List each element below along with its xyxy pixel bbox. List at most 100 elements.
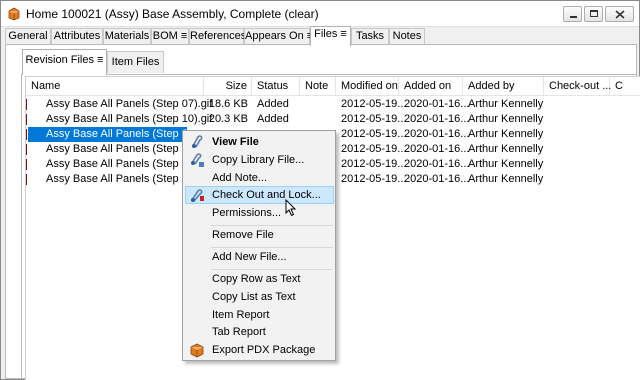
menu-item-label: Copy Library File...: [212, 154, 305, 166]
cell-added-by: Arthur Kennelly: [468, 173, 544, 185]
check-out-lock-icon: [191, 189, 204, 202]
file-name-text: Assy Base All Panels (Step 07).gif: [46, 98, 213, 110]
cell-note: [305, 112, 341, 127]
cell-note: [305, 97, 341, 112]
column-header-c[interactable]: C: [610, 77, 640, 96]
gif-file-icon: [26, 114, 27, 125]
column-header-modified-on[interactable]: Modified on: [336, 77, 399, 96]
cell-added-by: Arthur Kennelly: [468, 98, 544, 110]
menu-item-label: Add New File...: [212, 251, 287, 263]
tab-notes[interactable]: Notes: [389, 28, 425, 45]
menu-item-add-new-file[interactable]: Add New File...: [185, 248, 334, 266]
minimize-icon: [570, 16, 577, 18]
subtab-item-files[interactable]: Item Files: [107, 51, 164, 73]
menu-item-item-report[interactable]: Item Report: [185, 306, 334, 324]
file-name-text: Assy Base All Panels (Step 10).gif: [46, 113, 213, 125]
file-name-cell[interactable]: Assy Base All Panels (Step 10).gif: [26, 112, 212, 127]
column-header-status[interactable]: Status: [252, 77, 300, 96]
table-row[interactable]: Assy Base All Panels (Step 10).gif 20.3 K…: [26, 112, 640, 127]
copy-library-icon: [191, 153, 204, 167]
file-name-cell[interactable]: Assy Base All Panels (Step 11).gif: [26, 142, 212, 157]
gif-file-icon: [26, 174, 27, 185]
menu-item-label: Remove File: [212, 229, 274, 241]
menu-item-view-file[interactable]: View File: [185, 133, 334, 151]
cell-modified: 2012-05-19...: [341, 98, 407, 110]
menu-item-export-pdx-package[interactable]: Export PDX Package: [185, 341, 334, 359]
column-header-name[interactable]: Name: [26, 77, 204, 96]
menu-item-check-out-and-lock[interactable]: Check Out and Lock...: [185, 186, 334, 204]
file-name-cell[interactable]: Assy Base All Panels (Step 08).gif: [26, 127, 212, 142]
mouse-cursor-icon: [285, 199, 297, 217]
column-header-check-out[interactable]: Check-out ...: [544, 77, 611, 96]
cell-added-by: Arthur Kennelly: [468, 158, 544, 170]
tab-attributes[interactable]: Attributes: [51, 28, 103, 45]
tab-materials[interactable]: Materials: [103, 28, 151, 45]
cell-status: Added: [257, 98, 289, 110]
cell-added: 2020-01-16...: [404, 143, 470, 155]
maximize-button[interactable]: [584, 6, 603, 22]
column-header-added-by[interactable]: Added by: [463, 77, 544, 96]
package-icon: [190, 343, 204, 358]
menu-item-copy-list-as-text[interactable]: Copy List as Text: [185, 288, 334, 306]
gif-file-icon: [26, 144, 27, 155]
menu-item-permissions[interactable]: Permissions...: [185, 204, 334, 222]
title-bar[interactable]: Home 100021 (Assy) Base Assembly, Comple…: [1, 1, 639, 27]
cell-added-by: Arthur Kennelly: [468, 128, 544, 140]
cell-added: 2020-01-16...: [404, 98, 470, 110]
column-header-added-on[interactable]: Added on: [399, 77, 463, 96]
gif-file-icon: [26, 159, 27, 170]
column-header-size[interactable]: Size: [204, 77, 252, 96]
app-window: Home 100021 (Assy) Base Assembly, Comple…: [0, 0, 640, 380]
cell-added: 2020-01-16...: [404, 113, 470, 125]
menu-item-label: Add Note...: [212, 172, 268, 184]
menu-item-copy-row-as-text[interactable]: Copy Row as Text: [185, 270, 334, 288]
maximize-icon: [590, 10, 598, 17]
cell-added: 2020-01-16...: [404, 173, 470, 185]
cell-added-by: Arthur Kennelly: [468, 143, 544, 155]
cell-added-by: Arthur Kennelly: [468, 113, 544, 125]
context-menu: View File Copy Library File... Add Note.…: [182, 130, 336, 361]
menu-item-label: Copy Row as Text: [212, 273, 301, 285]
minimize-button[interactable]: [563, 6, 582, 22]
file-name-cell[interactable]: Assy Base All Panels (Step 12).gif: [26, 172, 212, 187]
tab-references[interactable]: References: [189, 28, 246, 45]
tab-appears-on[interactable]: Appears On ≡: [244, 28, 313, 45]
file-name-cell[interactable]: Assy Base All Panels (Step 07).gif: [26, 97, 212, 112]
cell-modified: 2012-05-19...: [341, 143, 407, 155]
cell-added: 2020-01-16...: [404, 128, 470, 140]
gif-file-icon: [26, 99, 27, 110]
main-tab-bar: General Attributes Materials BOM ≡ Refer…: [1, 26, 639, 46]
table-row[interactable]: Assy Base All Panels (Step 07).gif 18.6 K…: [26, 97, 640, 112]
tab-tasks[interactable]: Tasks: [351, 28, 389, 45]
column-header-note[interactable]: Note: [300, 77, 336, 96]
menu-item-copy-library-file[interactable]: Copy Library File...: [185, 151, 334, 169]
cell-size: 20.3 KB: [208, 113, 248, 125]
tab-general[interactable]: General: [5, 28, 51, 45]
menu-item-label: Tab Report: [212, 326, 266, 338]
cell-status: Added: [257, 113, 289, 125]
file-name-cell[interactable]: Assy Base All Panels (Step 09).gif: [26, 157, 212, 172]
menu-item-remove-file[interactable]: Remove File: [185, 226, 334, 244]
tab-files[interactable]: Files ≡: [310, 26, 351, 46]
window-title: Home 100021 (Assy) Base Assembly, Comple…: [26, 7, 319, 21]
tab-bom[interactable]: BOM ≡: [151, 28, 189, 45]
menu-item-label: Permissions...: [212, 207, 282, 219]
menu-item-label: Item Report: [212, 309, 270, 321]
menu-item-add-note[interactable]: Add Note...: [185, 169, 334, 187]
menu-item-label: Check Out and Lock...: [212, 189, 321, 201]
cell-modified: 2012-05-19...: [341, 173, 407, 185]
cell-added: 2020-01-16...: [404, 158, 470, 170]
cell-size: 18.6 KB: [208, 98, 248, 110]
subtab-revision-files[interactable]: Revision Files ≡: [22, 49, 107, 75]
close-button[interactable]: [605, 6, 634, 22]
cell-modified: 2012-05-19...: [341, 128, 407, 140]
menu-item-label: Copy List as Text: [212, 291, 296, 303]
app-icon: [8, 7, 20, 21]
view-file-icon: [192, 135, 203, 148]
close-icon: [615, 10, 625, 19]
file-list-header: Name Size Status Note Modified on Added …: [26, 77, 640, 96]
menu-item-tab-report[interactable]: Tab Report: [185, 323, 334, 341]
menu-item-label: View File: [212, 136, 259, 148]
gif-file-icon: [26, 129, 27, 140]
cell-modified: 2012-05-19...: [341, 113, 407, 125]
